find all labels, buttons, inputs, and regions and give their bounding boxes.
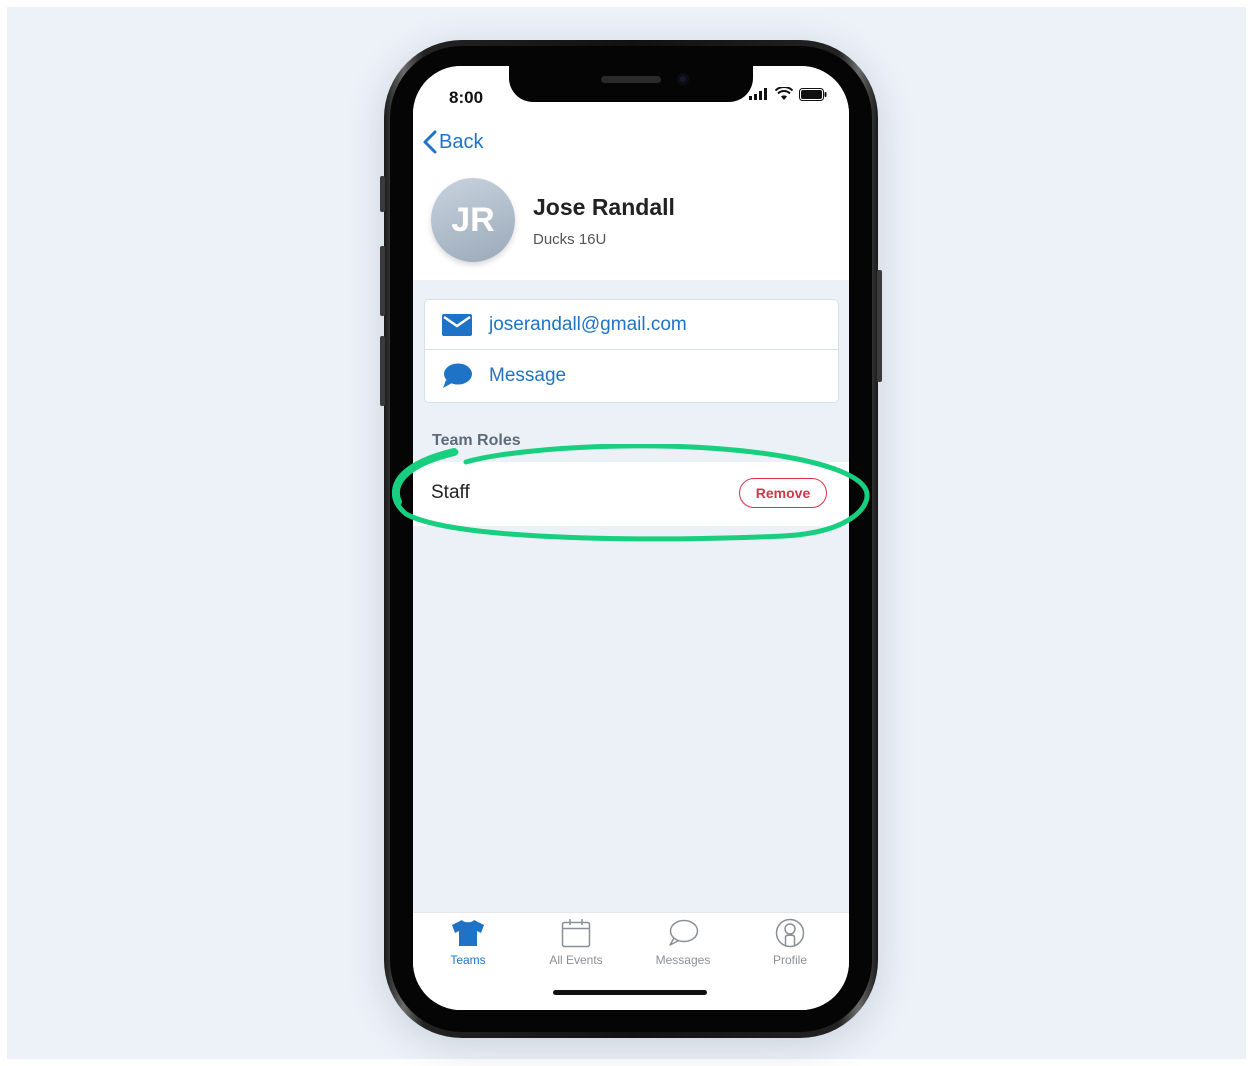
tab-profile[interactable]: Profile	[740, 917, 840, 973]
status-icons	[749, 86, 827, 102]
chevron-left-icon	[423, 130, 437, 154]
chat-bubble-icon	[443, 363, 472, 388]
volume-up-button	[380, 246, 385, 316]
tab-label-profile: Profile	[772, 953, 807, 967]
role-label: Staff	[431, 482, 470, 503]
message-row[interactable]: Message	[425, 351, 838, 401]
calendar-icon	[561, 919, 591, 948]
battery-icon	[799, 87, 827, 101]
message-link: Message	[489, 365, 567, 386]
tab-label-all-events: All Events	[549, 953, 603, 967]
role-row-staff: Staff Remove	[413, 462, 849, 526]
tab-all-events[interactable]: All Events	[526, 917, 626, 973]
front-camera	[677, 73, 689, 85]
cellular-signal-icon	[749, 88, 767, 100]
email-link: joserandall@gmail.com	[489, 314, 687, 335]
divider	[425, 349, 838, 350]
volume-down-button	[380, 336, 385, 406]
power-button	[877, 270, 882, 382]
notch	[509, 66, 753, 102]
email-row[interactable]: joserandall@gmail.com	[425, 300, 838, 350]
mute-switch	[380, 176, 385, 212]
home-indicator	[553, 990, 707, 995]
team-roles-heading: Team Roles	[432, 432, 521, 449]
envelope-icon	[442, 314, 472, 336]
tab-messages[interactable]: Messages	[633, 917, 733, 973]
chat-bubble-icon	[669, 919, 699, 946]
back-button[interactable]: Back	[423, 130, 483, 154]
back-label: Back	[439, 130, 484, 153]
tab-label-teams: Teams	[450, 953, 486, 967]
remove-role-button[interactable]: Remove	[739, 478, 827, 508]
jersey-icon	[452, 920, 484, 946]
phone-screen: 8:00 Back JR Jose Randall Ducks 16U jose…	[413, 66, 849, 1010]
profile-team: Ducks 16U	[533, 231, 607, 248]
wifi-icon	[775, 87, 793, 100]
speaker	[601, 76, 661, 83]
tab-teams[interactable]: Teams	[418, 917, 518, 973]
contact-card: joserandall@gmail.com Message	[424, 299, 839, 403]
profile-name: Jose Randall	[533, 194, 675, 220]
avatar: JR	[431, 178, 515, 262]
tab-label-messages: Messages	[655, 953, 711, 967]
tab-bar: Teams All Events Messages Profile	[413, 912, 849, 1010]
status-time: 8:00	[449, 88, 484, 107]
profile-icon	[775, 918, 805, 948]
